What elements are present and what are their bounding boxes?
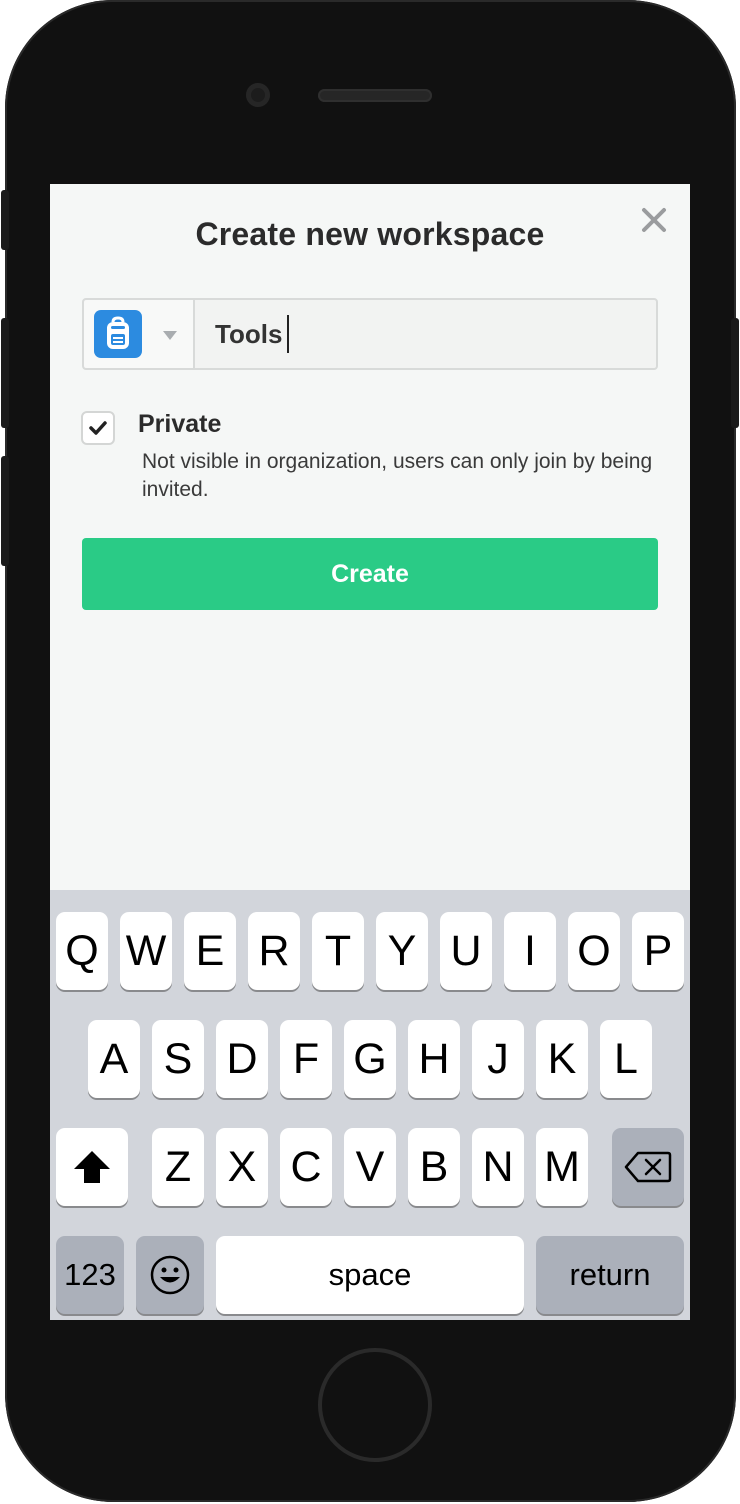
key-o[interactable]: O — [568, 912, 620, 990]
key-h[interactable]: H — [408, 1020, 460, 1098]
screen: Create new workspace Tools Private Not v… — [50, 184, 690, 1320]
keyboard: Q W E R T Y U I O P A S D F G H J K L Z … — [50, 890, 690, 1320]
private-checkbox[interactable] — [81, 411, 115, 445]
return-key[interactable]: return — [536, 1236, 684, 1314]
workspace-name-field: Tools — [82, 298, 658, 370]
text-cursor — [287, 315, 290, 353]
key-m[interactable]: M — [536, 1128, 588, 1206]
key-g[interactable]: G — [344, 1020, 396, 1098]
key-l[interactable]: L — [600, 1020, 652, 1098]
workspace-name-value: Tools — [215, 319, 283, 349]
key-e[interactable]: E — [184, 912, 236, 990]
key-c[interactable]: C — [280, 1128, 332, 1206]
private-description: Not visible in organization, users can o… — [142, 450, 653, 501]
mute-switch — [1, 190, 9, 250]
dialog-title: Create new workspace — [195, 216, 545, 252]
workspace-icon-picker[interactable] — [84, 300, 195, 368]
numbers-key[interactable]: 123 — [56, 1236, 124, 1314]
workspace-name-input[interactable]: Tools — [195, 300, 656, 368]
key-u[interactable]: U — [440, 912, 492, 990]
power-button — [731, 318, 739, 428]
backspace-key[interactable] — [612, 1128, 684, 1206]
emoji-key[interactable] — [136, 1236, 204, 1314]
backpack-icon — [107, 316, 129, 349]
volume-up-button — [1, 318, 9, 428]
key-y[interactable]: Y — [376, 912, 428, 990]
chevron-down-icon — [163, 331, 177, 340]
home-button[interactable] — [318, 1348, 432, 1462]
key-f[interactable]: F — [280, 1020, 332, 1098]
key-s[interactable]: S — [152, 1020, 204, 1098]
key-i[interactable]: I — [504, 912, 556, 990]
front-camera — [246, 83, 270, 107]
key-r[interactable]: R — [248, 912, 300, 990]
key-x[interactable]: X — [216, 1128, 268, 1206]
key-w[interactable]: W — [120, 912, 172, 990]
create-button[interactable]: Create — [82, 538, 658, 610]
checkmark-icon — [89, 421, 107, 435]
volume-down-button — [1, 456, 9, 566]
key-v[interactable]: V — [344, 1128, 396, 1206]
key-z[interactable]: Z — [152, 1128, 204, 1206]
key-j[interactable]: J — [472, 1020, 524, 1098]
key-b[interactable]: B — [408, 1128, 460, 1206]
private-label: Private — [138, 410, 222, 438]
key-t[interactable]: T — [312, 912, 364, 990]
earpiece-speaker — [318, 89, 432, 102]
backspace-icon — [624, 1151, 672, 1183]
key-k[interactable]: K — [536, 1020, 588, 1098]
space-key[interactable]: space — [216, 1236, 524, 1314]
key-n[interactable]: N — [472, 1128, 524, 1206]
key-d[interactable]: D — [216, 1020, 268, 1098]
shift-icon — [74, 1151, 110, 1183]
key-a[interactable]: A — [88, 1020, 140, 1098]
emoji-icon — [150, 1255, 190, 1295]
shift-key[interactable] — [56, 1128, 128, 1206]
key-q[interactable]: Q — [56, 912, 108, 990]
workspace-icon — [94, 310, 142, 358]
key-p[interactable]: P — [632, 912, 684, 990]
